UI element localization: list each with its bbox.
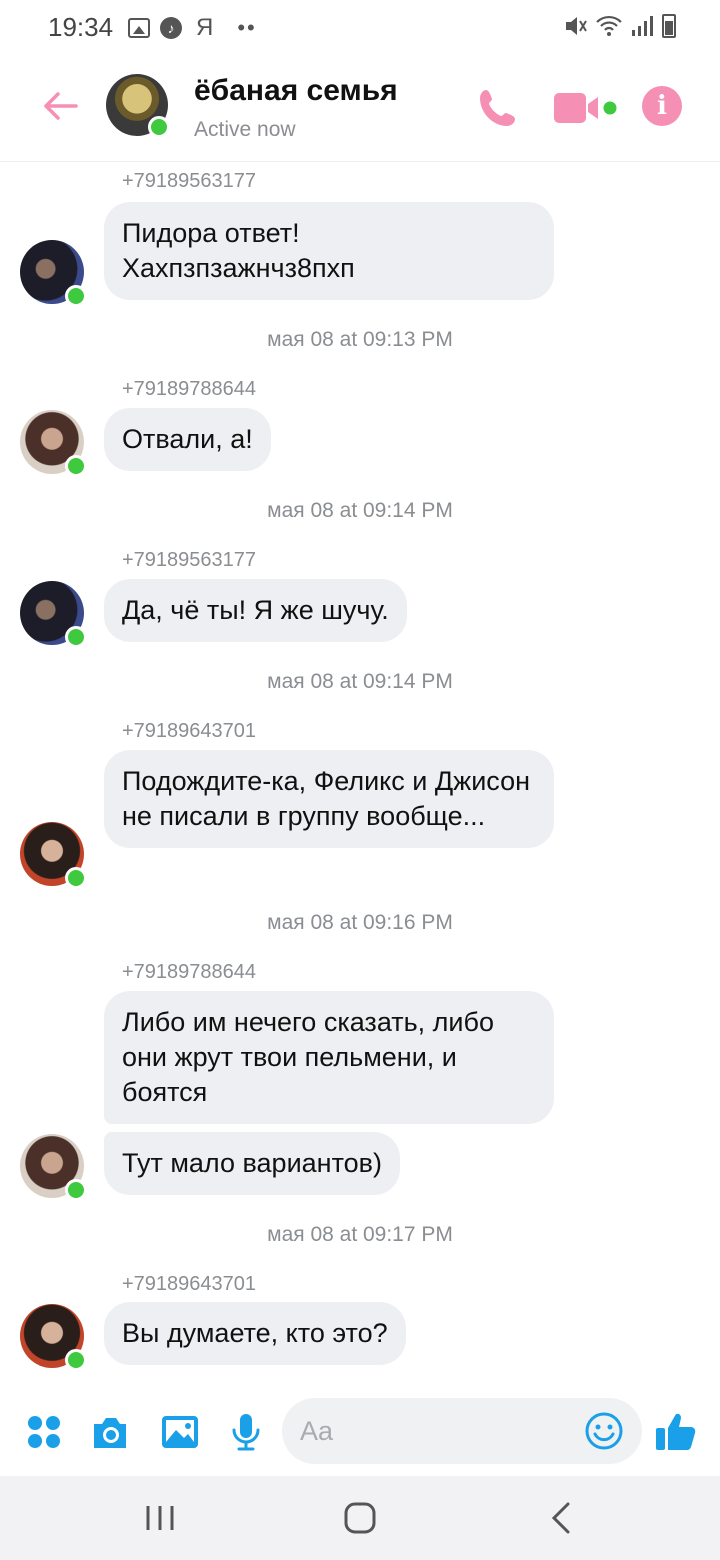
- mute-icon: [566, 17, 587, 35]
- back-arrow-icon[interactable]: [40, 86, 80, 126]
- message-input-wrapper: [282, 1398, 642, 1464]
- back-nav-icon[interactable]: [542, 1500, 582, 1536]
- message-bubble[interactable]: Да, чё ты! Я же шучу.: [104, 579, 407, 642]
- sender-avatar[interactable]: [20, 1304, 87, 1371]
- status-time: 19:34: [48, 12, 114, 42]
- gallery-notification-icon: [128, 18, 150, 38]
- wifi-icon: [596, 15, 622, 36]
- thumbs-up-icon[interactable]: [654, 1410, 698, 1454]
- microphone-icon[interactable]: [226, 1412, 266, 1452]
- message-timestamp: мая 08 at 09:17 PM: [267, 1223, 453, 1246]
- message-composer: [0, 1394, 720, 1476]
- status-bar: 19:34 ♪ Я ••: [0, 0, 720, 56]
- more-actions-icon[interactable]: [24, 1412, 64, 1452]
- sender-phone: +79189563177: [122, 170, 257, 192]
- online-indicator: [148, 116, 170, 138]
- active-status: Active now: [194, 118, 296, 141]
- sender-avatar[interactable]: [20, 822, 87, 889]
- camera-icon[interactable]: [90, 1412, 130, 1452]
- more-notifications-icon: ••: [237, 15, 257, 40]
- emoji-icon[interactable]: [584, 1411, 624, 1451]
- online-indicator: [65, 1179, 87, 1201]
- phone-call-icon[interactable]: [476, 86, 522, 130]
- message-timestamp: мая 08 at 09:16 PM: [267, 911, 453, 934]
- message-bubble[interactable]: Вы думаете, кто это?: [104, 1302, 406, 1365]
- sender-phone: +79189643701: [122, 1273, 257, 1295]
- group-avatar[interactable]: [106, 74, 170, 138]
- online-indicator: [65, 455, 87, 477]
- sender-phone: +79189563177: [122, 549, 257, 571]
- sender-avatar[interactable]: [20, 240, 87, 307]
- message-bubble[interactable]: Пидора ответ! Хахпзпзажнчз8пхп: [104, 202, 554, 300]
- message-input[interactable]: [300, 1412, 580, 1450]
- recent-apps-icon[interactable]: [140, 1500, 180, 1536]
- chat-title[interactable]: ёбаная семья: [194, 74, 398, 108]
- online-indicator: [65, 867, 87, 889]
- sender-avatar[interactable]: [20, 410, 87, 477]
- system-nav-bar: [0, 1476, 720, 1560]
- home-icon[interactable]: [340, 1500, 380, 1536]
- video-call-icon[interactable]: [552, 90, 622, 126]
- online-indicator: [65, 285, 87, 307]
- online-indicator: [65, 1349, 87, 1371]
- sender-phone: +79189788644: [122, 961, 257, 983]
- signal-icon: [632, 16, 653, 36]
- sender-phone: +79189643701: [122, 720, 257, 742]
- sender-phone: +79189788644: [122, 378, 257, 400]
- info-icon[interactable]: i: [642, 86, 682, 126]
- message-list: +79189563177 Пидора ответ! Хахпзпзажнчз8…: [0, 162, 720, 1394]
- sender-avatar[interactable]: [20, 581, 87, 648]
- battery-icon: [662, 14, 676, 38]
- sender-avatar[interactable]: [20, 1134, 87, 1201]
- message-bubble[interactable]: Либо им нечего сказать, либо они жрут тв…: [104, 991, 554, 1124]
- message-bubble[interactable]: Тут мало вариантов): [104, 1132, 400, 1195]
- message-timestamp: мая 08 at 09:14 PM: [267, 499, 453, 522]
- chat-header: ёбаная семья Active now i: [0, 56, 720, 162]
- message-bubble[interactable]: Отвали, а!: [104, 408, 271, 471]
- message-timestamp: мая 08 at 09:13 PM: [267, 328, 453, 351]
- message-bubble[interactable]: Подождите-ка, Феликс и Джисон не писали …: [104, 750, 554, 848]
- online-indicator: [65, 626, 87, 648]
- music-notification-icon: ♪: [160, 17, 182, 39]
- yandex-notification-icon: Я: [196, 14, 214, 41]
- gallery-icon[interactable]: [160, 1412, 200, 1452]
- message-timestamp: мая 08 at 09:14 PM: [267, 670, 453, 693]
